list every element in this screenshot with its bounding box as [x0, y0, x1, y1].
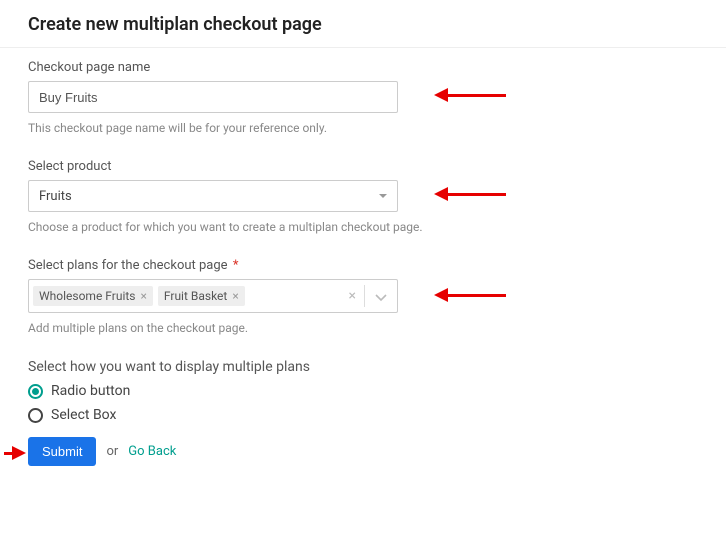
clear-all-icon[interactable]: ×: [341, 288, 364, 304]
field-select-plans: Select plans for the checkout page * Who…: [28, 258, 698, 337]
chip-plan: Fruit Basket ×: [158, 286, 245, 306]
or-text: or: [106, 444, 118, 459]
chip-label: Wholesome Fruits: [39, 289, 135, 303]
product-select[interactable]: Fruits: [28, 180, 398, 212]
multiselect-controls: ×: [341, 280, 397, 312]
helper-select-product: Choose a product for which you want to c…: [28, 218, 428, 236]
plans-multiselect[interactable]: Wholesome Fruits × Fruit Basket × ×: [28, 279, 398, 313]
annotation-arrow-icon: [434, 187, 506, 201]
field-display-type: Select how you want to display multiple …: [28, 359, 698, 423]
form-actions: Submit or Go Back: [28, 437, 698, 466]
label-display-type: Select how you want to display multiple …: [28, 359, 698, 375]
helper-select-plans: Add multiple plans on the checkout page.: [28, 319, 428, 337]
radio-label: Select Box: [51, 407, 116, 423]
field-select-product: Select product Fruits Choose a product f…: [28, 159, 698, 236]
radio-label: Radio button: [51, 383, 130, 399]
chip-remove-icon[interactable]: ×: [232, 289, 238, 303]
chip-label: Fruit Basket: [164, 289, 227, 303]
label-select-plans-text: Select plans for the checkout page: [28, 258, 228, 273]
radio-option-select-box[interactable]: Select Box: [28, 407, 698, 423]
field-checkout-name: Checkout page name This checkout page na…: [28, 60, 698, 137]
label-select-plans: Select plans for the checkout page *: [28, 258, 698, 273]
label-checkout-name: Checkout page name: [28, 60, 698, 75]
form: Checkout page name This checkout page na…: [0, 48, 726, 478]
radio-group-display: Radio button Select Box: [28, 383, 698, 423]
required-mark: *: [233, 258, 239, 273]
page-title: Create new multiplan checkout page: [0, 0, 726, 48]
go-back-link[interactable]: Go Back: [128, 444, 176, 459]
chip-remove-icon[interactable]: ×: [140, 289, 146, 303]
radio-option-radio-button[interactable]: Radio button: [28, 383, 698, 399]
helper-checkout-name: This checkout page name will be for your…: [28, 119, 428, 137]
checkout-name-input[interactable]: [28, 81, 398, 113]
annotation-arrow-icon: [4, 446, 26, 460]
radio-icon: [28, 408, 43, 423]
caret-down-icon: [379, 194, 387, 198]
label-select-product: Select product: [28, 159, 698, 174]
radio-icon: [28, 384, 43, 399]
annotation-arrow-icon: [434, 88, 506, 102]
chip-plan: Wholesome Fruits ×: [33, 286, 153, 306]
submit-button[interactable]: Submit: [28, 437, 96, 466]
annotation-arrow-icon: [434, 288, 506, 302]
chevron-down-icon: [375, 294, 387, 302]
dropdown-toggle[interactable]: [365, 287, 397, 306]
product-select-value: Fruits: [39, 189, 72, 204]
